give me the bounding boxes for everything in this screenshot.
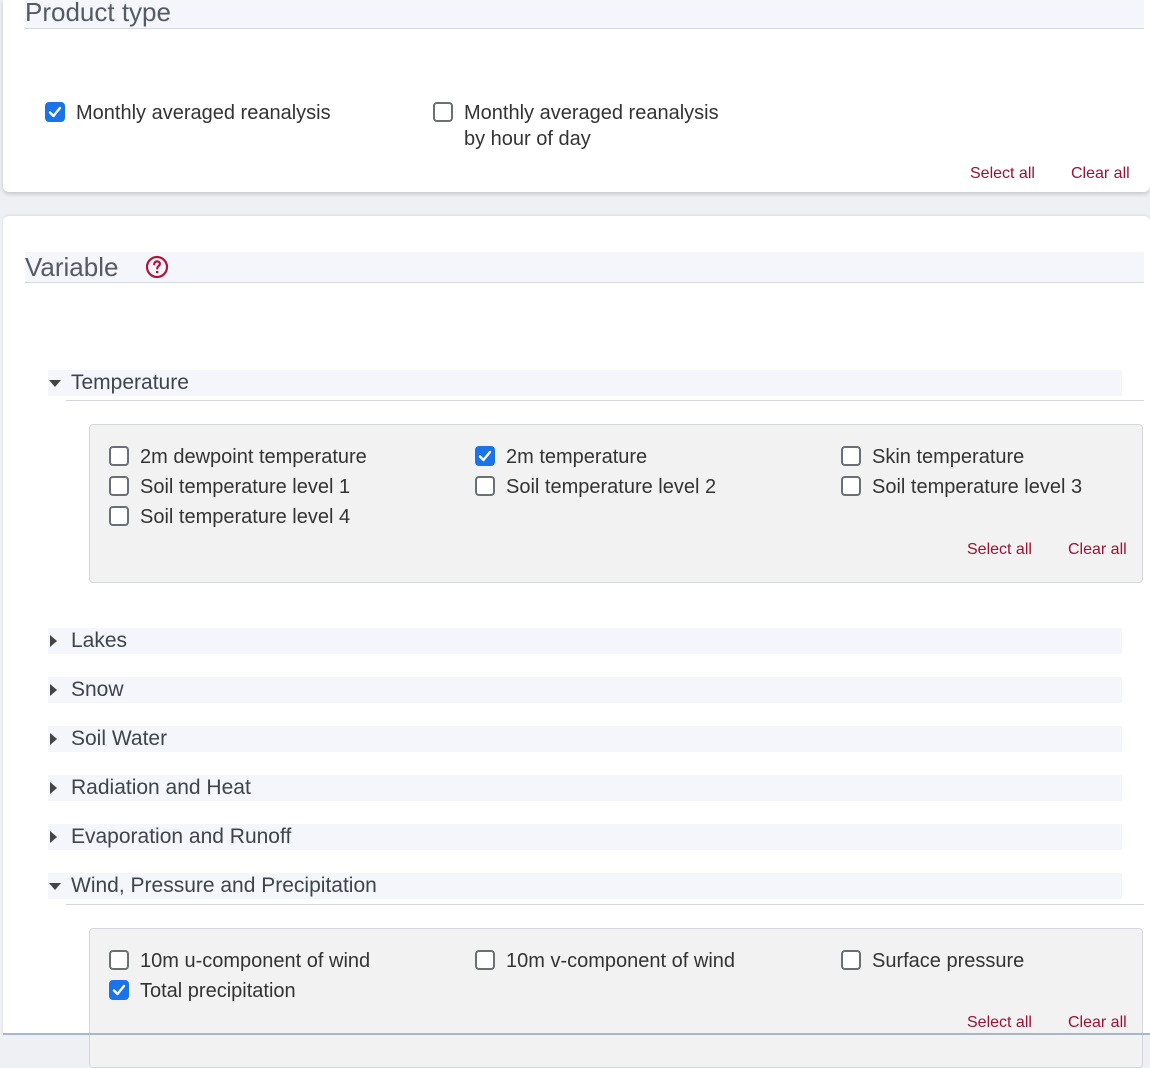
group-header-evaporation-and-runoff[interactable]: Evaporation and Runoff — [48, 824, 1122, 850]
checkbox-monthly-averaged-reanalysis[interactable]: Monthly averaged reanalysis — [45, 100, 331, 126]
checkbox-box[interactable] — [109, 980, 129, 1000]
section-title-variable: Variable — [25, 252, 119, 282]
group-title: Soil Water — [71, 727, 168, 750]
checkbox-label: 10m u-component of wind — [140, 950, 371, 972]
checkbox-surface-pressure[interactable]: Surface pressure — [841, 948, 1024, 974]
caret-right-icon — [48, 628, 66, 654]
caret-down-icon — [48, 370, 66, 396]
checkbox-box[interactable] — [841, 950, 861, 970]
checkbox-label-group: Monthly averaged reanalysis by hour of d… — [464, 100, 719, 152]
checkbox-box[interactable] — [109, 950, 129, 970]
divider — [66, 904, 1144, 905]
checkbox-box[interactable] — [841, 476, 861, 496]
checkbox-box[interactable] — [109, 506, 129, 526]
product-type-card: Product type Monthly averaged reanalysis… — [3, 0, 1150, 192]
checkbox-box[interactable] — [475, 950, 495, 970]
group-title: Radiation and Heat — [71, 776, 251, 799]
checkbox-skin-temperature[interactable]: Skin temperature — [841, 444, 1024, 470]
checkbox-label: Soil temperature level 1 — [140, 476, 351, 498]
checkbox-label: 2m temperature — [506, 446, 648, 468]
product-type-header: Product type — [25, 0, 1144, 29]
group-header-snow[interactable]: Snow — [48, 677, 1122, 703]
group-title: Evaporation and Runoff — [71, 825, 292, 848]
section-title-product-type: Product type — [25, 0, 171, 27]
checkbox-10m-u-component-of-wind[interactable]: 10m u-component of wind — [109, 948, 370, 974]
checkbox-2m-dewpoint-temperature[interactable]: 2m dewpoint temperature — [109, 444, 367, 470]
product-type-select-all-link[interactable]: Select all — [970, 165, 1035, 183]
variable-card: Variable Temperature 2m dewpoint tempera… — [3, 216, 1150, 1068]
group-header-wind-pressure-precipitation[interactable]: Wind, Pressure and Precipitation — [48, 873, 1122, 899]
checkbox-box[interactable] — [475, 446, 495, 466]
checkbox-box[interactable] — [433, 102, 453, 122]
checkbox-label: Skin temperature — [872, 446, 1025, 468]
caret-right-icon — [48, 726, 66, 752]
checkbox-monthly-averaged-reanalysis-by-hour[interactable]: Monthly averaged reanalysis by hour of d… — [433, 100, 719, 152]
checkbox-label: Surface pressure — [872, 950, 1025, 972]
caret-right-icon — [48, 677, 66, 703]
group-header-radiation-and-heat[interactable]: Radiation and Heat — [48, 775, 1122, 801]
checkbox-box[interactable] — [109, 476, 129, 496]
checkbox-soil-temperature-level-4[interactable]: Soil temperature level 4 — [109, 504, 350, 530]
checkbox-label: Total precipitation — [140, 980, 296, 1002]
group-header-temperature[interactable]: Temperature — [48, 370, 1122, 396]
group-title: Lakes — [71, 629, 128, 652]
caret-down-icon — [48, 873, 66, 899]
checkbox-2m-temperature[interactable]: 2m temperature — [475, 444, 647, 470]
variable-header: Variable — [25, 252, 1144, 283]
checkbox-label: Soil temperature level 2 — [506, 476, 717, 498]
temperature-options-panel: 2m dewpoint temperature 2m temperature S… — [89, 424, 1143, 583]
checkbox-label: Soil temperature level 3 — [872, 476, 1083, 498]
checkbox-box[interactable] — [45, 102, 65, 122]
checkbox-box[interactable] — [841, 446, 861, 466]
checkbox-soil-temperature-level-2[interactable]: Soil temperature level 2 — [475, 474, 716, 500]
checkbox-label-line2: by hour of day — [464, 128, 591, 150]
checkbox-label: 2m dewpoint temperature — [140, 446, 367, 468]
checkbox-label: Monthly averaged reanalysis — [76, 102, 331, 124]
product-type-clear-all-link[interactable]: Clear all — [1071, 165, 1130, 183]
caret-right-icon — [48, 824, 66, 850]
checkbox-label: Soil temperature level 4 — [140, 506, 351, 528]
group-header-soil-water[interactable]: Soil Water — [48, 726, 1122, 752]
caret-right-icon — [48, 775, 66, 801]
group-title: Snow — [71, 678, 124, 701]
divider — [66, 400, 1144, 401]
group-title: Temperature — [71, 371, 189, 394]
wind-pressure-precipitation-options-panel: 10m u-component of wind 10m v-component … — [89, 928, 1143, 1068]
checkbox-box[interactable] — [109, 446, 129, 466]
temperature-clear-all-link[interactable]: Clear all — [1068, 541, 1127, 559]
wind-select-all-link[interactable]: Select all — [967, 1014, 1032, 1032]
checkbox-soil-temperature-level-1[interactable]: Soil temperature level 1 — [109, 474, 350, 500]
checkbox-soil-temperature-level-3[interactable]: Soil temperature level 3 — [841, 474, 1082, 500]
checkbox-label: 10m v-component of wind — [506, 950, 736, 972]
group-header-lakes[interactable]: Lakes — [48, 628, 1122, 654]
checkbox-10m-v-component-of-wind[interactable]: 10m v-component of wind — [475, 948, 735, 974]
wind-clear-all-link[interactable]: Clear all — [1068, 1014, 1127, 1032]
question-circle-icon[interactable] — [145, 255, 169, 279]
checkbox-total-precipitation[interactable]: Total precipitation — [109, 978, 296, 1004]
checkbox-box[interactable] — [475, 476, 495, 496]
temperature-select-all-link[interactable]: Select all — [967, 541, 1032, 559]
group-title: Wind, Pressure and Precipitation — [71, 874, 377, 897]
checkbox-label-line1: Monthly averaged reanalysis — [464, 102, 719, 124]
